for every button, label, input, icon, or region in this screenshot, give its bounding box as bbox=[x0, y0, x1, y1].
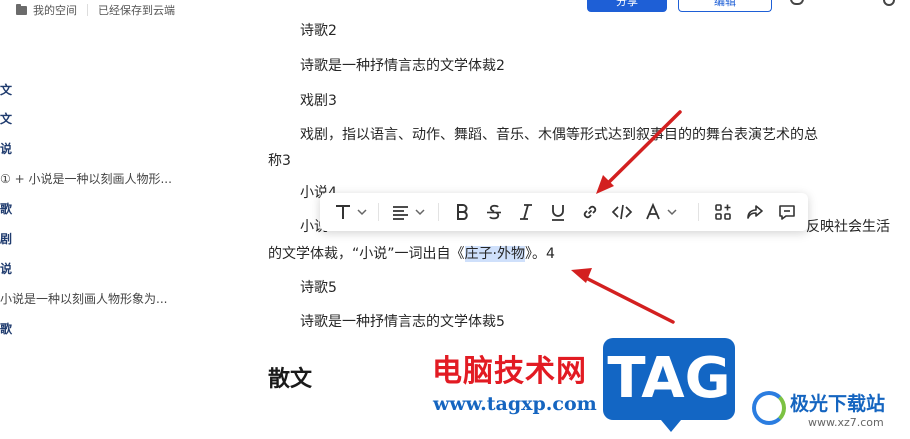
share-button[interactable]: 分享 bbox=[587, 0, 667, 12]
xz-name: 极光下载站 bbox=[790, 393, 886, 415]
share-selection-button[interactable] bbox=[742, 199, 768, 225]
italic-icon bbox=[520, 204, 532, 220]
watermark-url: www.tagxp.com bbox=[433, 393, 597, 415]
bold-button[interactable] bbox=[450, 199, 474, 225]
text-style-icon bbox=[336, 205, 367, 219]
toolbar-divider bbox=[438, 203, 439, 221]
strikethrough-icon bbox=[487, 204, 501, 220]
doc-line: 诗歌是一种抒情言志的文学体裁5 bbox=[300, 314, 505, 330]
outline-item[interactable]: 文 bbox=[0, 81, 12, 98]
apps-icon bbox=[715, 204, 731, 220]
outline-item[interactable]: 说 bbox=[0, 140, 12, 157]
outline-item[interactable]: ① + 小说是一种以刻画人物形... bbox=[0, 170, 172, 187]
doc-line: 诗歌5 bbox=[300, 280, 337, 296]
outline-item[interactable]: 文 bbox=[0, 110, 12, 127]
doc-line: 诗歌是一种抒情言志的文学体裁2 bbox=[300, 58, 505, 74]
breadcrumb: 我的空间 已经保存到云端 bbox=[16, 2, 175, 18]
doc-text: 的文学体裁，“小说”一词出自《 bbox=[268, 246, 465, 262]
underline-button[interactable] bbox=[546, 199, 570, 225]
xz-logo-icon bbox=[752, 391, 786, 425]
comment-icon bbox=[779, 205, 795, 220]
doc-line: 戏剧，指以语言、动作、舞蹈、音乐、木偶等形式达到叙事目的的舞台表演艺术的总 bbox=[300, 127, 818, 143]
edit-button[interactable]: 编辑 bbox=[678, 0, 772, 12]
divider bbox=[87, 4, 88, 16]
italic-button[interactable] bbox=[514, 199, 538, 225]
selected-text[interactable]: 庄子·外物 bbox=[464, 246, 525, 262]
doc-line-with-selection: 的文学体裁，“小说”一词出自《庄子·外物》。4 bbox=[268, 243, 555, 263]
strikethrough-button[interactable] bbox=[482, 199, 506, 225]
code-button[interactable] bbox=[608, 199, 636, 225]
comment-button[interactable] bbox=[774, 199, 800, 225]
breadcrumb-my-space[interactable]: 我的空间 bbox=[33, 2, 77, 18]
share-icon bbox=[747, 205, 763, 219]
bell-icon[interactable] bbox=[790, 0, 804, 5]
link-icon bbox=[583, 205, 597, 219]
doc-text: 》。4 bbox=[524, 246, 555, 262]
save-status: 已经保存到云端 bbox=[98, 4, 175, 17]
doc-line: 诗歌2 bbox=[300, 23, 337, 39]
watermark-text: 电脑技术网 bbox=[432, 354, 587, 389]
arrow-to-selected-text bbox=[571, 268, 675, 324]
font-color-icon bbox=[646, 202, 677, 220]
section-heading: 散文 bbox=[268, 367, 313, 392]
text-style-button[interactable] bbox=[330, 199, 372, 225]
align-button[interactable] bbox=[386, 199, 430, 225]
apps-button[interactable] bbox=[710, 199, 736, 225]
toolbar-divider bbox=[698, 203, 699, 221]
doc-line: 戏剧3 bbox=[300, 93, 337, 109]
top-bar: 我的空间 已经保存到云端 分享 编辑 bbox=[0, 0, 910, 20]
folder-icon bbox=[16, 3, 27, 15]
doc-line: 反映社会生活 bbox=[806, 219, 890, 235]
watermark-xz: 极光下载站 www.xz7.com bbox=[752, 383, 910, 435]
outline-item[interactable]: 歌 bbox=[0, 320, 12, 337]
xz-url: www.xz7.com bbox=[808, 416, 884, 429]
outline-item[interactable]: 小说是一种以刻画人物形象为... bbox=[0, 290, 167, 307]
font-color-button[interactable] bbox=[642, 199, 684, 225]
toolbar-divider bbox=[378, 203, 379, 221]
link-button[interactable] bbox=[578, 199, 602, 225]
bold-icon bbox=[457, 204, 468, 220]
outline-item[interactable]: 歌 bbox=[0, 200, 12, 217]
align-icon bbox=[393, 206, 425, 220]
doc-line: 称3 bbox=[268, 153, 291, 169]
watermark-tag-logo: TAG bbox=[603, 338, 735, 432]
search-icon[interactable] bbox=[883, 0, 895, 6]
underline-icon bbox=[552, 205, 564, 221]
format-toolbar bbox=[320, 193, 808, 231]
code-icon bbox=[611, 204, 633, 220]
outline-item[interactable]: 剧 bbox=[0, 230, 12, 247]
outline-item[interactable]: 说 bbox=[0, 260, 12, 277]
